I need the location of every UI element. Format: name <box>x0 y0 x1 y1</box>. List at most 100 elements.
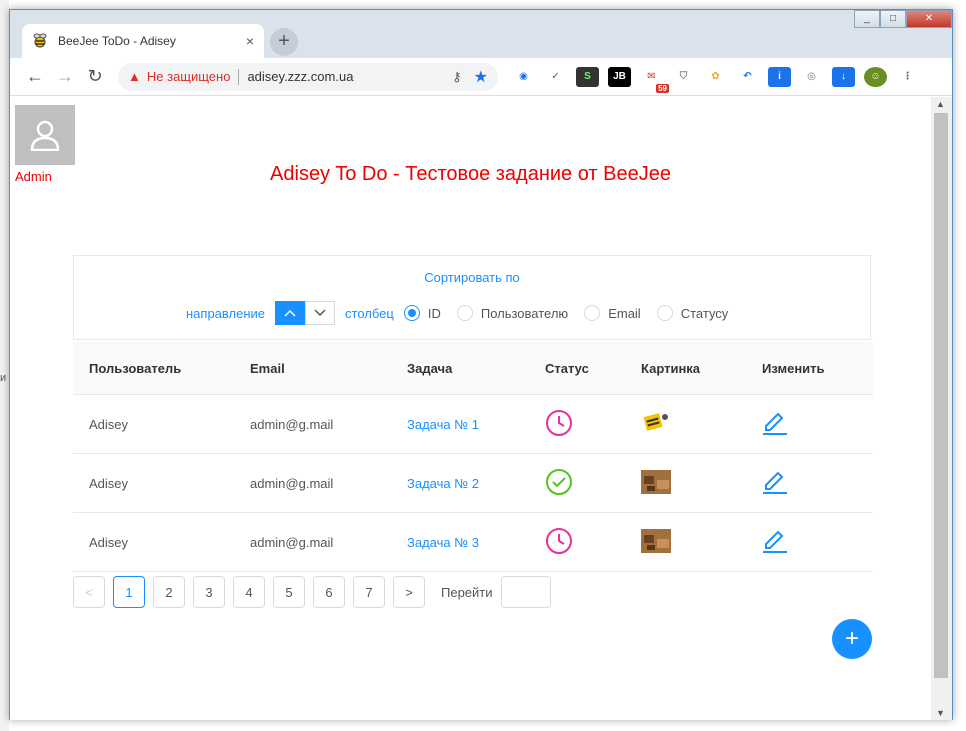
header-edit: Изменить <box>762 360 825 376</box>
tasks-table: Пользователь Email Задача Статус Картинк… <box>73 342 873 572</box>
profile-avatar-icon[interactable]: ☺ <box>864 66 887 87</box>
radio-label: ID <box>427 305 441 321</box>
seo-extension-icon[interactable]: S <box>576 66 599 87</box>
scrollbar-thumb[interactable] <box>934 113 948 678</box>
add-task-button[interactable]: + <box>832 619 872 659</box>
new-tab-button[interactable]: + <box>270 28 298 56</box>
clock-icon <box>545 409 573 440</box>
mail-count-badge: 59 <box>656 83 669 93</box>
browser-window: BeeJee ToDo - Adisey × + _ □ ✕ ← → ↻ ▲ Н… <box>9 9 953 720</box>
sort-title: Сортировать по <box>424 270 520 285</box>
abc-check-extension-icon[interactable]: ✓ <box>544 67 567 87</box>
page-button-2[interactable]: 2 <box>153 576 185 608</box>
info-extension-icon[interactable]: i <box>768 66 791 87</box>
radio-dot <box>456 305 473 321</box>
scroll-up-icon[interactable]: ▲ <box>936 99 945 109</box>
undo-extension-icon[interactable]: ↶ <box>736 67 759 87</box>
cell-user: Adisey <box>89 416 129 432</box>
page-viewport: Admin Adisey To Do - Тестовое задание от… <box>10 97 931 720</box>
table-row: Adisey admin@g.mail Задача № 2 <box>73 454 873 513</box>
header-task: Задача <box>407 360 453 376</box>
plus-icon: + <box>844 625 859 652</box>
edit-icon[interactable] <box>762 528 788 557</box>
back-icon[interactable]: ← <box>20 62 50 92</box>
sort-radio-status[interactable]: Статусу <box>656 305 729 321</box>
chevron-up-icon <box>284 309 296 317</box>
bee-favicon-icon <box>33 33 47 48</box>
task-link[interactable]: Задача № 1 <box>407 417 479 432</box>
bookmark-star-icon[interactable]: ★ <box>474 67 488 87</box>
shield-extension-icon[interactable]: ⛉ <box>672 67 695 87</box>
sort-radio-email[interactable]: Email <box>584 305 641 321</box>
reload-icon[interactable]: ↻ <box>80 62 110 92</box>
page-button-3[interactable]: 3 <box>193 576 225 608</box>
direction-label: направление <box>186 305 266 321</box>
table-row: Adisey admin@g.mail Задача № 3 <box>73 513 873 572</box>
direction-toggle <box>275 301 336 325</box>
cell-user: Adisey <box>89 475 129 491</box>
page-button-1[interactable]: 1 <box>113 576 145 608</box>
radio-label: Статусу <box>680 305 729 321</box>
browser-tab[interactable]: BeeJee ToDo - Adisey × <box>22 24 264 58</box>
scroll-down-icon[interactable]: ▼ <box>936 708 945 718</box>
pagination: < 1 2 3 4 5 6 7 > Перейти <box>73 576 551 608</box>
url-text[interactable]: adisey.zzz.com.ua <box>247 69 452 84</box>
vertical-scrollbar[interactable]: ▲ ▼ <box>931 97 952 720</box>
edit-icon[interactable] <box>762 410 788 439</box>
mail-extension-icon[interactable]: ✉ 59 <box>640 67 669 93</box>
radio-label: Пользователю <box>480 305 569 321</box>
task-link[interactable]: Задача № 3 <box>407 535 479 550</box>
key-icon[interactable]: ⚷ <box>452 69 462 85</box>
page-title: Adisey To Do - Тестовое задание от BeeJe… <box>270 163 671 185</box>
sort-radio-user[interactable]: Пользователю <box>456 305 569 321</box>
radio-dot <box>584 305 601 321</box>
radio-dot <box>403 305 420 321</box>
sort-radio-id[interactable]: ID <box>403 305 441 321</box>
user-icon <box>30 120 60 151</box>
next-page-button[interactable]: > <box>393 576 425 608</box>
search-extension-icon[interactable]: ◎ <box>800 67 823 87</box>
edit-icon[interactable] <box>762 469 788 498</box>
task-picture[interactable] <box>641 528 671 556</box>
minimize-icon[interactable]: _ <box>854 10 880 28</box>
menu-icon[interactable]: ⋮ <box>896 67 919 87</box>
page-button-4[interactable]: 4 <box>233 576 265 608</box>
goto-page-input[interactable] <box>500 576 551 608</box>
eye-extension-icon[interactable]: ◉ <box>512 67 535 87</box>
sort-desc-button[interactable] <box>305 301 336 325</box>
cell-email: admin@g.mail <box>250 534 334 550</box>
omnibox-separator <box>238 68 240 85</box>
task-picture[interactable] <box>641 411 671 438</box>
tab-title: BeeJee ToDo - Adisey <box>58 34 176 48</box>
task-picture[interactable] <box>641 469 671 497</box>
paw-extension-icon[interactable]: ✿ <box>704 67 727 87</box>
forward-icon[interactable]: → <box>50 62 80 92</box>
chevron-down-icon <box>314 309 326 317</box>
warning-icon: ▲ <box>128 69 141 84</box>
desktop-strip: и <box>0 0 9 731</box>
sort-panel: Сортировать по направление столбец ID По… <box>73 255 871 340</box>
check-circle-icon <box>545 468 573 499</box>
window-controls: _ □ ✕ <box>854 10 952 28</box>
page-button-7[interactable]: 7 <box>353 576 385 608</box>
tab-bar: BeeJee ToDo - Adisey × + _ □ ✕ <box>10 10 952 58</box>
close-window-icon[interactable]: ✕ <box>906 10 952 28</box>
sort-asc-button[interactable] <box>275 301 306 325</box>
task-link[interactable]: Задача № 2 <box>407 476 479 491</box>
table-header: Пользователь Email Задача Статус Картинк… <box>73 342 873 395</box>
jetbrains-extension-icon[interactable]: JB <box>608 66 631 87</box>
page-button-6[interactable]: 6 <box>313 576 345 608</box>
header-user: Пользователь <box>89 360 182 376</box>
page-button-5[interactable]: 5 <box>273 576 305 608</box>
tab-close-icon[interactable]: × <box>246 33 254 49</box>
cell-user: Adisey <box>89 534 129 550</box>
address-bar[interactable]: ▲ Не защищено adisey.zzz.com.ua ⚷ ★ <box>118 62 498 91</box>
download-extension-icon[interactable]: ↓ <box>832 66 855 87</box>
clock-icon <box>545 527 573 558</box>
user-avatar[interactable] <box>15 105 75 165</box>
desktop-edge-mark: и <box>0 372 7 384</box>
column-label: столбец <box>345 305 394 321</box>
maximize-icon[interactable]: □ <box>880 10 906 28</box>
cell-email: admin@g.mail <box>250 416 334 432</box>
prev-page-button[interactable]: < <box>73 576 105 608</box>
